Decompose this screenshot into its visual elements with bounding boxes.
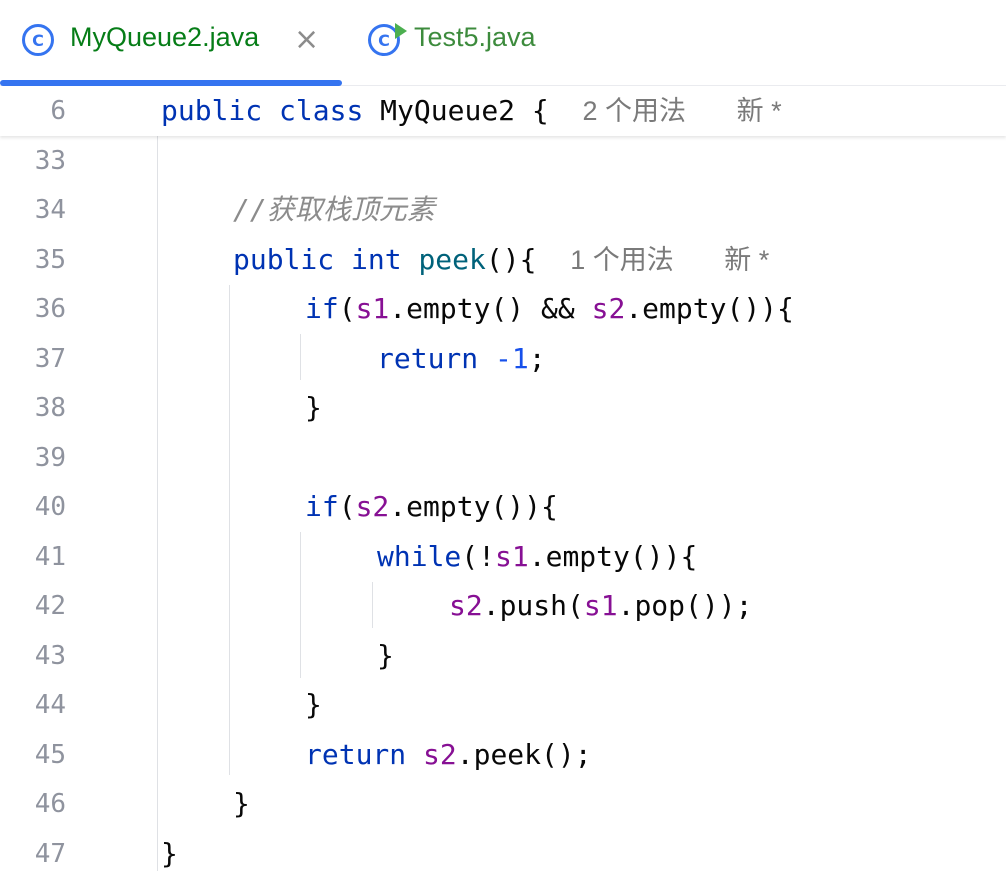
keyword: while — [377, 540, 462, 573]
field-ref: s2 — [449, 589, 483, 622]
code-punct: .empty()){ — [528, 540, 698, 573]
code-line-37[interactable]: 37 return -1; — [0, 334, 1006, 384]
code-punct: .empty() && — [389, 292, 592, 325]
author-hint[interactable]: 新 * — [724, 245, 769, 275]
code-line: public class MyQueue2 { 2 个用法 新 * — [161, 86, 782, 136]
line-number: 35 — [34, 245, 66, 275]
keyword: class — [279, 94, 364, 127]
keyword: if — [305, 292, 339, 325]
line-number: 6 — [50, 96, 66, 126]
class-name: MyQueue2 { — [380, 94, 549, 127]
tab-label: MyQueue2.java — [70, 22, 260, 52]
keyword: public — [161, 94, 263, 127]
keyword: int — [351, 243, 402, 276]
line-number: 46 — [34, 789, 66, 819]
keyword: return — [377, 342, 479, 375]
code-line-40[interactable]: 40 if(s2.empty()){ — [0, 482, 1006, 532]
line-number: 47 — [34, 839, 66, 869]
code-line-42[interactable]: 42 s2.push(s1.pop()); — [0, 581, 1006, 631]
code-line-46[interactable]: 46 } — [0, 779, 1006, 829]
code-punct: (){ — [485, 243, 537, 276]
line-number: 44 — [34, 690, 66, 720]
code-text: } — [305, 391, 322, 424]
code-line-39[interactable]: 39 — [0, 433, 1006, 483]
code-punct: ( — [338, 292, 356, 325]
code-text: } — [305, 688, 322, 721]
code-text: s2.push(s1.pop()); — [449, 581, 752, 631]
code-text: } — [233, 787, 250, 820]
sticky-scroll-header[interactable]: 6 public class MyQueue2 { 2 个用法 新 * — [0, 86, 1006, 136]
code-line-44[interactable]: 44 } — [0, 680, 1006, 730]
comment: //获取栈顶元素 — [233, 193, 435, 226]
code-line-43[interactable]: 43 } — [0, 631, 1006, 681]
line-number: 42 — [34, 591, 66, 621]
code-punct: .pop()); — [617, 589, 753, 622]
code-punct: ; — [528, 342, 546, 375]
keyword: return — [305, 738, 407, 771]
line-number: 33 — [34, 146, 66, 176]
line-number: 39 — [34, 443, 66, 473]
code-punct: (! — [461, 540, 496, 573]
field-ref: s2 — [355, 490, 390, 523]
code-text: if(s2.empty()){ — [305, 482, 558, 532]
field-ref: s1 — [355, 292, 390, 325]
class-run-icon: C — [368, 23, 407, 56]
code-text: } — [161, 837, 178, 870]
line-number: 36 — [34, 294, 66, 324]
keyword: public — [233, 243, 335, 276]
code-punct: .peek(); — [456, 738, 592, 771]
field-ref: s1 — [495, 540, 529, 573]
code-line-36[interactable]: 36 if(s1.empty() && s2.empty()){ — [0, 284, 1006, 334]
code-line-41[interactable]: 41 while(!s1.empty()){ — [0, 532, 1006, 582]
code-text: return -1; — [377, 334, 546, 384]
code-text: } — [377, 639, 394, 672]
code-punct: ( — [338, 490, 356, 523]
author-hint[interactable]: 新 * — [737, 96, 782, 126]
code-punct: .empty()){ — [389, 490, 558, 523]
keyword: if — [305, 490, 339, 523]
code-line-45[interactable]: 45 return s2.peek(); — [0, 730, 1006, 780]
code-editor[interactable]: 6 public class MyQueue2 { 2 个用法 新 * 33 3… — [0, 86, 1006, 871]
field-ref: s2 — [591, 292, 626, 325]
line-number: 43 — [34, 641, 66, 671]
code-text: return s2.peek(); — [305, 730, 592, 780]
tab-test5[interactable]: C Test5.java — [360, 0, 560, 85]
code-line-47[interactable]: 47 } — [0, 829, 1006, 879]
code-punct: .push( — [482, 589, 584, 622]
code-line-34[interactable]: 34 //获取栈顶元素 — [0, 185, 1006, 235]
line-number: 45 — [34, 740, 66, 770]
tab-myqueue2[interactable]: C MyQueue2.java × — [0, 0, 342, 86]
line-number: 40 — [34, 492, 66, 522]
code-line-33[interactable]: 33 — [0, 136, 1006, 186]
code-line-35[interactable]: 35 public int peek(){ 1 个用法 新 * — [0, 235, 1006, 285]
code-text: public int peek(){ 1 个用法 新 * — [233, 235, 769, 285]
code-punct: .empty()){ — [625, 292, 794, 325]
code-text: if(s1.empty() && s2.empty()){ — [305, 284, 794, 334]
code-text: while(!s1.empty()){ — [377, 532, 697, 582]
usages-hint[interactable]: 1 个用法 — [570, 245, 674, 275]
line-number: 34 — [34, 195, 66, 225]
method-name: peek — [418, 243, 486, 276]
tab-label: Test5.java — [414, 22, 536, 52]
run-badge-icon — [395, 23, 407, 39]
line-number: 37 — [34, 344, 66, 374]
close-icon[interactable]: × — [294, 22, 319, 58]
line-number: 38 — [34, 393, 66, 423]
line-number: 41 — [34, 542, 66, 572]
usages-hint[interactable]: 2 个用法 — [582, 96, 686, 126]
editor-tab-bar: C MyQueue2.java × C Test5.java — [0, 0, 1006, 86]
code-text: //获取栈顶元素 — [233, 185, 435, 235]
class-icon: C — [22, 24, 54, 56]
field-ref: s1 — [583, 589, 618, 622]
number-literal: -1 — [495, 342, 529, 375]
field-ref: s2 — [423, 738, 457, 771]
code-line-38[interactable]: 38 } — [0, 383, 1006, 433]
